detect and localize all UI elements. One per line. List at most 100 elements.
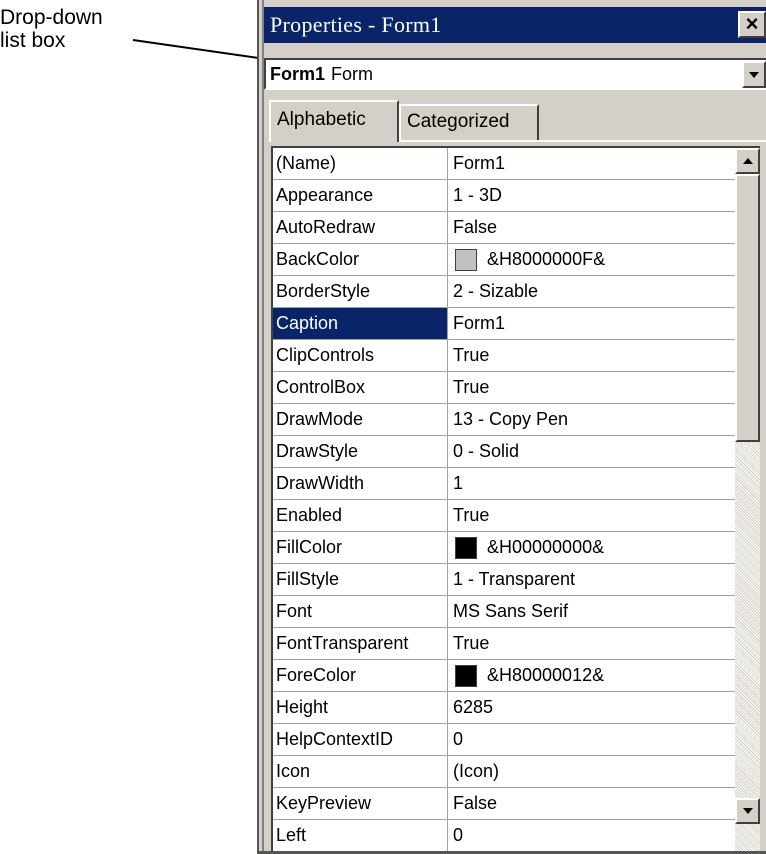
property-row[interactable]: ControlBox True	[273, 372, 735, 404]
property-value-text: &H80000012&	[487, 665, 605, 685]
property-value[interactable]: True	[448, 628, 735, 659]
tab-alphabetic[interactable]: Alphabetic	[269, 100, 399, 142]
property-row[interactable]: AutoRedraw False	[273, 212, 735, 244]
property-value-text: 1	[453, 473, 464, 493]
property-name[interactable]: Left	[273, 820, 448, 851]
property-value[interactable]: True	[448, 500, 735, 531]
properties-window: Properties - Form1 × Form1 Form Alphabet…	[257, 0, 766, 854]
property-name[interactable]: KeyPreview	[273, 788, 448, 819]
object-type: Form	[331, 63, 374, 84]
property-value-text: 1 - Transparent	[453, 569, 576, 589]
property-value[interactable]: 6285	[448, 692, 735, 723]
property-value[interactable]: MS Sans Serif	[448, 596, 735, 627]
property-name[interactable]: BackColor	[273, 244, 448, 275]
property-value-text: 13 - Copy Pen	[453, 409, 569, 429]
property-row[interactable]: Height 6285	[273, 692, 735, 724]
vertical-scrollbar[interactable]	[735, 148, 760, 854]
property-value[interactable]: Form1	[448, 148, 735, 179]
property-value-text: False	[453, 217, 498, 237]
property-row[interactable]: DrawWidth 1	[273, 468, 735, 500]
property-value[interactable]: 13 - Copy Pen	[448, 404, 735, 435]
arrow-up-icon	[742, 158, 753, 164]
property-name[interactable]: DrawWidth	[273, 468, 448, 499]
color-swatch	[455, 536, 477, 559]
annotation-label: Drop-down list box	[0, 6, 103, 52]
property-name[interactable]: Height	[273, 692, 448, 723]
property-value[interactable]: &H80000012&	[448, 660, 735, 691]
property-name[interactable]: ControlBox	[273, 372, 448, 403]
property-row[interactable]: BorderStyle 2 - Sizable	[273, 276, 735, 308]
property-value[interactable]: 2 - Sizable	[448, 276, 735, 307]
property-row[interactable]: FillStyle 1 - Transparent	[273, 564, 735, 596]
property-name[interactable]: Caption	[273, 308, 448, 339]
property-name[interactable]: FillStyle	[273, 564, 448, 595]
property-value[interactable]: 1 - Transparent	[448, 564, 735, 595]
object-dropdown[interactable]: Form1 Form	[264, 58, 766, 90]
scroll-up-button[interactable]	[735, 148, 760, 174]
property-name[interactable]: Font	[273, 596, 448, 627]
property-row[interactable]: Enabled True	[273, 500, 735, 532]
scroll-down-button[interactable]	[735, 798, 760, 824]
property-row[interactable]: FontTransparent True	[273, 628, 735, 660]
property-row[interactable]: ClipControls True	[273, 340, 735, 372]
property-name[interactable]: DrawStyle	[273, 436, 448, 467]
property-name[interactable]: (Name)	[273, 148, 448, 179]
property-row[interactable]: KeyPreview False	[273, 788, 735, 820]
property-row[interactable]: BackColor &H8000000F&	[273, 244, 735, 276]
property-name[interactable]: ClipControls	[273, 340, 448, 371]
property-value[interactable]: False	[448, 212, 735, 243]
property-value[interactable]: True	[448, 372, 735, 403]
property-value-text: 2 - Sizable	[453, 281, 539, 301]
property-name[interactable]: HelpContextID	[273, 724, 448, 755]
property-name[interactable]: FontTransparent	[273, 628, 448, 659]
property-value-text: 0	[453, 825, 464, 845]
property-grid: (Name) Form1 Appearance 1 - 3D AutoRedraw Fal…	[271, 146, 760, 854]
property-name[interactable]: Enabled	[273, 500, 448, 531]
property-value-text: (Icon)	[453, 761, 500, 781]
property-name[interactable]: FillColor	[273, 532, 448, 563]
property-value[interactable]: True	[448, 340, 735, 371]
property-value-text: True	[453, 377, 490, 397]
property-value[interactable]: 1	[448, 468, 735, 499]
property-value[interactable]: False	[448, 788, 735, 819]
object-name: Form1	[270, 63, 326, 84]
property-value-text: 1 - 3D	[453, 185, 503, 205]
property-row[interactable]: DrawMode 13 - Copy Pen	[273, 404, 735, 436]
property-value[interactable]: Form1	[448, 308, 735, 339]
close-button[interactable]: ×	[738, 11, 766, 38]
property-value[interactable]: 1 - 3D	[448, 180, 735, 211]
property-value[interactable]: (Icon)	[448, 756, 735, 787]
property-name[interactable]: AutoRedraw	[273, 212, 448, 243]
property-name[interactable]: BorderStyle	[273, 276, 448, 307]
property-name[interactable]: DrawMode	[273, 404, 448, 435]
property-value[interactable]: 0 - Solid	[448, 436, 735, 467]
property-row[interactable]: Font MS Sans Serif	[273, 596, 735, 628]
chevron-down-icon	[749, 71, 759, 78]
property-value[interactable]: 0	[448, 820, 735, 851]
title-bar[interactable]: Properties - Form1 ×	[264, 7, 766, 43]
property-row[interactable]: DrawStyle 0 - Solid	[273, 436, 735, 468]
property-row[interactable]: Icon (Icon)	[273, 756, 735, 788]
property-value[interactable]: &H8000000F&	[448, 244, 735, 275]
color-swatch	[455, 248, 477, 271]
property-row[interactable]: ForeColor &H80000012&	[273, 660, 735, 692]
property-row[interactable]: FillColor &H00000000&	[273, 532, 735, 564]
property-value-text: MS Sans Serif	[453, 601, 569, 621]
property-name[interactable]: Appearance	[273, 180, 448, 211]
property-row[interactable]: Appearance 1 - 3D	[273, 180, 735, 212]
property-row[interactable]: HelpContextID 0	[273, 724, 735, 756]
property-row[interactable]: Left 0	[273, 820, 735, 852]
window-title: Properties - Form1	[270, 12, 442, 37]
property-value[interactable]: &H00000000&	[448, 532, 735, 563]
property-value[interactable]: 0	[448, 724, 735, 755]
property-value-text: &H8000000F&	[487, 249, 606, 269]
property-name[interactable]: ForeColor	[273, 660, 448, 691]
property-row[interactable]: Caption Form1	[273, 308, 735, 340]
property-name[interactable]: Icon	[273, 756, 448, 787]
property-row[interactable]: (Name) Form1	[273, 148, 735, 180]
dropdown-arrow-button[interactable]	[742, 61, 766, 88]
property-value-text: True	[453, 345, 490, 365]
scroll-thumb[interactable]	[735, 174, 760, 442]
property-value-text: Form1	[453, 313, 506, 333]
tab-categorized[interactable]: Categorized	[399, 104, 539, 140]
